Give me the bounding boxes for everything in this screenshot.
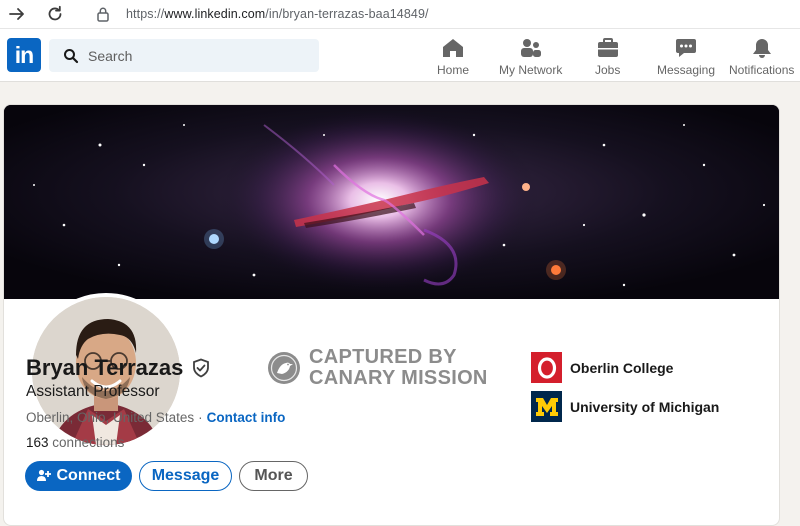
forward-arrow-icon[interactable] <box>6 3 28 25</box>
connections-number: 163 <box>26 435 49 450</box>
address-bar[interactable]: https://www.linkedin.com/in/bryan-terraz… <box>84 2 800 26</box>
nav-label: Messaging <box>657 63 716 77</box>
profile-name: Bryan Terrazas <box>26 355 184 380</box>
search-input[interactable]: Search <box>49 39 319 72</box>
canary-bird-icon <box>267 351 301 385</box>
search-placeholder: Search <box>88 47 133 64</box>
lock-icon[interactable] <box>96 6 112 22</box>
add-person-icon <box>36 469 51 483</box>
home-icon <box>441 37 465 59</box>
more-button[interactable]: More <box>239 461 308 491</box>
nav-label: Home <box>437 63 470 77</box>
nav-jobs[interactable]: Jobs <box>595 37 620 77</box>
watermark-line-2: CANARY MISSION <box>309 367 488 389</box>
education-umich[interactable]: University of Michigan <box>531 391 719 422</box>
connections-count[interactable]: 163 connections <box>26 435 124 450</box>
profile-location: Oberlin, Ohio, United States <box>26 410 195 425</box>
nav-label: Jobs <box>595 63 621 77</box>
nav-label: Notifications <box>729 63 795 77</box>
chat-icon <box>674 37 698 59</box>
profile-headline: Assistant Professor <box>26 383 160 400</box>
connect-label: Connect <box>56 467 121 484</box>
education-label: Oberlin College <box>570 359 674 376</box>
reload-icon[interactable] <box>44 3 66 25</box>
url-text: https://www.linkedin.com/in/bryan-terraz… <box>126 7 429 21</box>
profile-banner-image <box>4 105 779 299</box>
profile-location-row: Oberlin, Ohio, United States · Contact inf… <box>26 410 285 425</box>
bell-icon <box>750 37 774 59</box>
canary-mission-watermark: CAPTURED BY CANARY MISSION <box>267 347 488 389</box>
separator-dot: · <box>198 410 203 425</box>
search-icon <box>63 48 79 64</box>
michigan-logo-icon <box>531 391 562 422</box>
connections-label: connections <box>52 435 125 450</box>
watermark-line-1: CAPTURED BY <box>309 346 457 368</box>
network-icon <box>519 37 543 59</box>
nav-label: My Network <box>499 63 563 77</box>
nav-notifications[interactable]: Notifications <box>729 37 794 77</box>
linkedin-logo-icon[interactable]: in <box>7 38 41 72</box>
message-button[interactable]: Message <box>139 461 232 491</box>
nav-home[interactable]: Home <box>437 37 469 77</box>
education-label: University of Michigan <box>570 398 720 415</box>
profile-card: Bryan Terrazas Assistant Professor Oberl… <box>3 104 780 526</box>
education-oberlin[interactable]: Oberlin College <box>531 352 673 383</box>
linkedin-top-nav: in Search Home My Network Jobs Messaging <box>0 29 800 82</box>
briefcase-icon <box>596 37 620 59</box>
nav-messaging[interactable]: Messaging <box>657 37 715 77</box>
browser-toolbar: https://www.linkedin.com/in/bryan-terraz… <box>0 0 800 29</box>
nav-my-network[interactable]: My Network <box>499 37 562 77</box>
verified-shield-icon[interactable] <box>191 358 211 378</box>
profile-name-row: Bryan Terrazas <box>26 355 211 381</box>
connect-button[interactable]: Connect <box>25 461 132 491</box>
oberlin-logo-icon <box>531 352 562 383</box>
contact-info-link[interactable]: Contact info <box>207 410 286 425</box>
